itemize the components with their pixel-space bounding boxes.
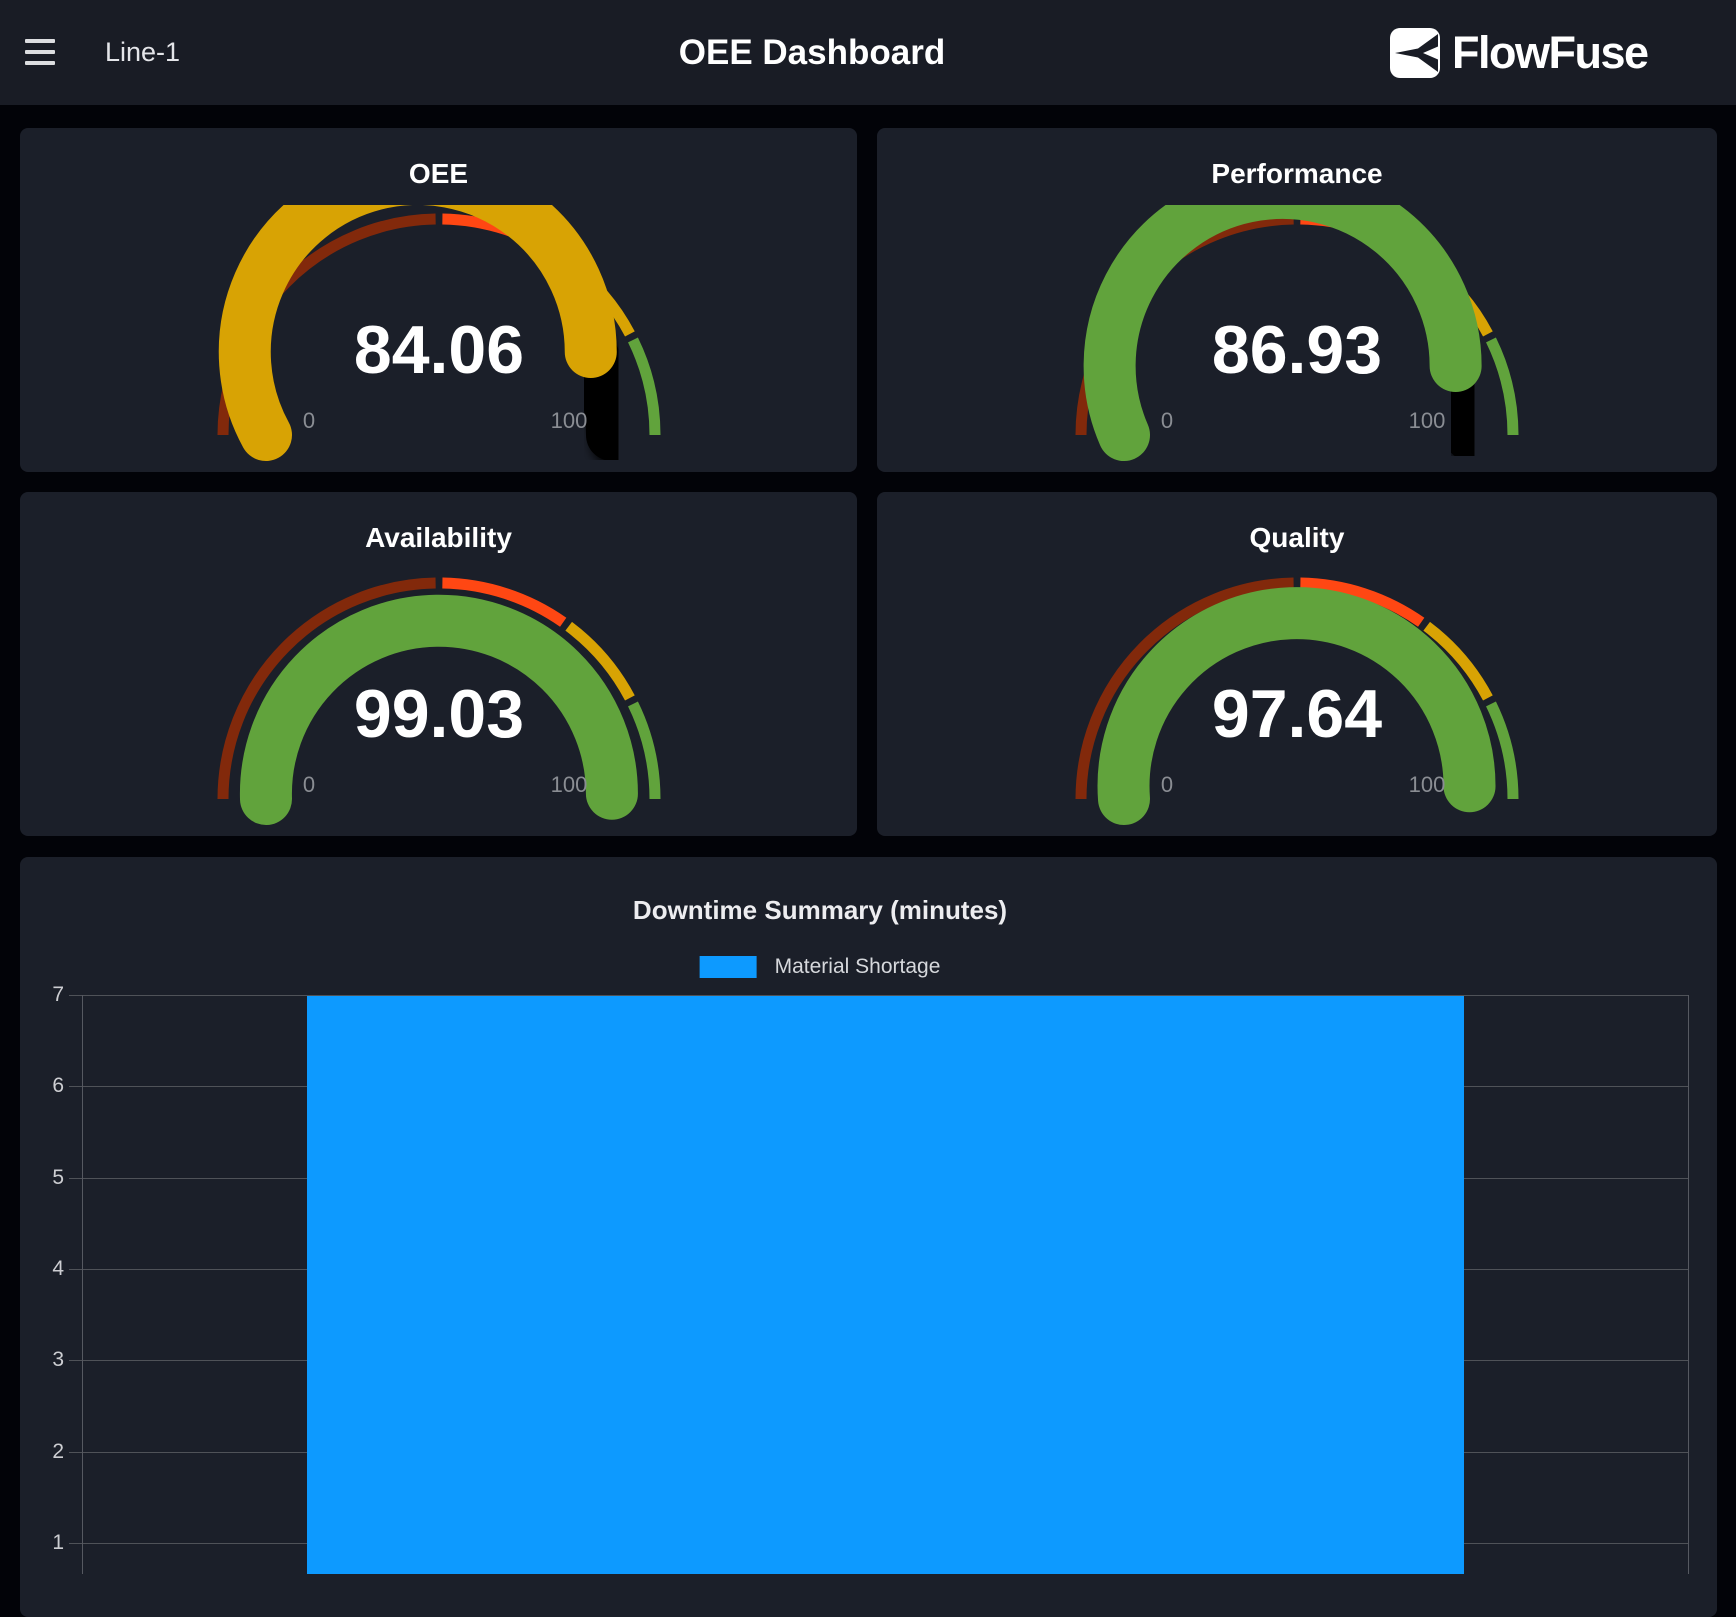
gauge-card-quality: Quality 97.64 0 100: [877, 492, 1717, 836]
menu-icon[interactable]: [25, 39, 57, 65]
y-tick-label: 5: [20, 1166, 64, 1190]
gauge-card-availability: Availability 99.03 0 100: [20, 492, 857, 836]
y-tick-label: 7: [20, 983, 64, 1007]
gauge-title: Performance: [877, 158, 1717, 190]
y-tick-label: 6: [20, 1074, 64, 1098]
flowfuse-logo[interactable]: FlowFuse: [1390, 27, 1648, 79]
y-tickmark: [69, 1269, 82, 1270]
page-name: Line-1: [105, 0, 180, 105]
y-axis-line: [82, 995, 83, 1574]
y-tick-label: 1: [20, 1531, 64, 1555]
flowfuse-icon: [1390, 28, 1440, 78]
gauge-min-label: 0: [302, 772, 314, 797]
performance-gauge: 86.93 0 100: [1072, 205, 1522, 463]
gauge-value: 97.64: [1212, 676, 1382, 752]
gauge-value: 99.03: [353, 676, 523, 752]
y-tickmark: [69, 995, 82, 996]
app-bar: Line-1 OEE Dashboard FlowFuse: [0, 0, 1736, 105]
availability-gauge: 99.03 0 100: [214, 569, 664, 827]
quality-gauge: 97.64 0 100: [1072, 569, 1522, 827]
page-title: OEE Dashboard: [679, 0, 945, 105]
oee-gauge: 84.06 0 100: [214, 205, 664, 463]
gauge-min-label: 0: [1161, 772, 1173, 797]
gauge-max-label: 100: [1409, 408, 1446, 433]
brand-name: FlowFuse: [1452, 27, 1648, 79]
y-tickmark: [69, 1543, 82, 1544]
gauge-title: OEE: [20, 158, 857, 190]
gauge-min-label: 0: [1161, 408, 1173, 433]
gauge-min-label: 0: [302, 408, 314, 433]
chart-right-border: [1688, 995, 1689, 1574]
y-tickmark: [69, 1360, 82, 1361]
gauge-card-oee: OEE 84.06 0 100: [20, 128, 857, 472]
gauge-max-label: 100: [1409, 772, 1446, 797]
gauge-title: Availability: [20, 522, 857, 554]
gauge-max-label: 100: [550, 772, 587, 797]
chart-plot-area: 7 6 5 4 3 2 1: [20, 857, 1717, 1617]
gauge-title: Quality: [877, 522, 1717, 554]
gauge-value: 84.06: [353, 312, 523, 388]
downtime-chart-card: Downtime Summary (minutes) Material Shor…: [20, 857, 1717, 1617]
material-shortage-bar[interactable]: [307, 996, 1464, 1574]
gauge-card-performance: Performance 86.93 0 100: [877, 128, 1717, 472]
y-tickmark: [69, 1452, 82, 1453]
y-tickmark: [69, 1086, 82, 1087]
gauge-max-label: 100: [550, 408, 587, 433]
y-tick-label: 4: [20, 1257, 64, 1281]
gauge-value: 86.93: [1212, 312, 1382, 388]
y-tickmark: [69, 1178, 82, 1179]
y-tick-label: 2: [20, 1440, 64, 1464]
y-tick-label: 3: [20, 1348, 64, 1372]
